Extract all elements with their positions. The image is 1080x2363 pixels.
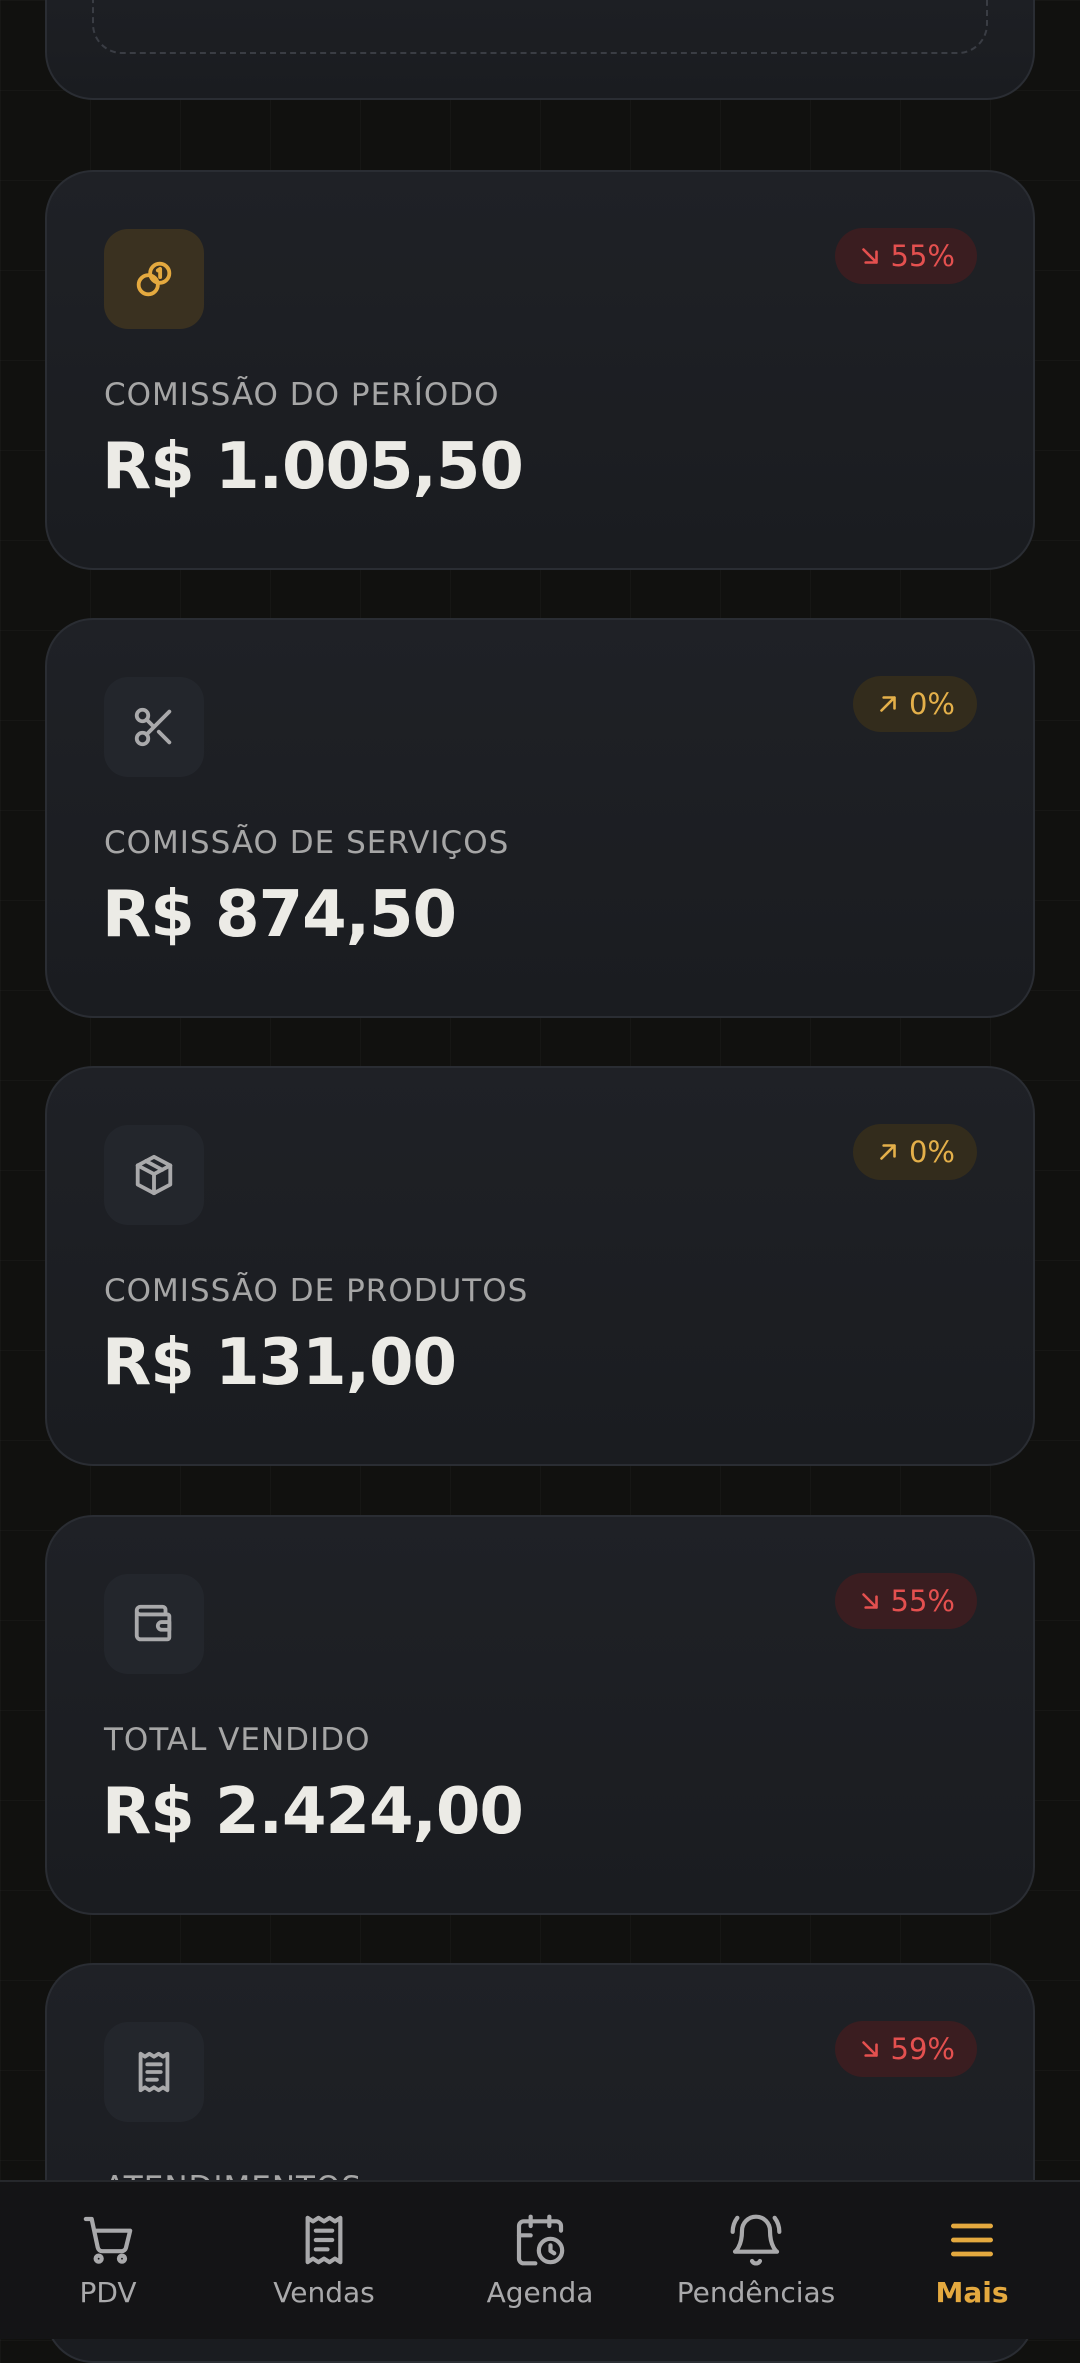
previous-card [45,0,1035,100]
nav-label: Mais [935,2276,1009,2309]
nav-item-pdv[interactable]: PDV [0,2212,216,2309]
bell-icon [730,2214,782,2266]
trend-value: 0% [908,1135,955,1169]
receipt-icon [305,2215,343,2265]
trend-value: 55% [890,239,955,273]
nav-item-vendas[interactable]: Vendas [216,2212,432,2309]
arrow-up-right-icon [880,696,896,712]
nav-item-mais[interactable]: Mais [864,2212,1080,2309]
receipt-icon [104,2022,204,2122]
trend-badge: 55% [834,228,977,284]
coins-icon [104,229,204,329]
nav-label: PDV [79,2276,137,2309]
trend-badge: 59% [834,2021,977,2077]
stat-value: R$ 131,00 [102,1326,457,1400]
stat-value: R$ 874,50 [102,878,457,952]
nav-label: Agenda [486,2276,594,2309]
stat-label: COMISSÃO DE SERVIÇOS [104,825,510,861]
stat-label: TOTAL VENDIDO [104,1722,371,1758]
nav-label: Pendências [676,2276,836,2309]
stat-label: COMISSÃO DO PERÍODO [104,377,500,413]
trend-badge: 55% [834,1573,977,1629]
cart-icon [83,2216,133,2264]
arrow-down-right-icon [861,1593,878,1609]
arrow-down-right-icon [861,2041,878,2057]
stat-label: COMISSÃO DE PRODUTOS [104,1273,529,1309]
stat-card-commission-products[interactable]: 0% COMISSÃO DE PRODUTOS R$ 131,00 [45,1066,1035,1466]
stat-value: R$ 2.424,00 [102,1775,524,1849]
bottom-navigation: PDV Vendas Agenda Pendências Mais [0,2180,1080,2339]
nav-label: Vendas [273,2276,375,2309]
nav-item-agenda[interactable]: Agenda [432,2212,648,2309]
stat-value: R$ 1.005,50 [102,430,524,504]
trend-badge: 0% [852,676,977,732]
trend-value: 59% [890,2032,955,2066]
stat-card-commission-period[interactable]: 55% COMISSÃO DO PERÍODO R$ 1.005,50 [45,170,1035,570]
stat-card-total-sold[interactable]: 55% TOTAL VENDIDO R$ 2.424,00 [45,1515,1035,1915]
trend-value: 55% [890,1584,955,1618]
nav-item-pendencias[interactable]: Pendências [648,2212,864,2309]
scissors-icon [104,677,204,777]
box-icon [104,1125,204,1225]
menu-icon [951,2223,993,2257]
calendar-clock-icon [516,2214,565,2266]
trend-badge: 0% [852,1124,977,1180]
wallet-icon [104,1574,204,1674]
arrow-up-right-icon [880,1144,896,1160]
dashed-placeholder [92,0,988,54]
arrow-down-right-icon [861,248,878,264]
stat-card-commission-services[interactable]: 0% COMISSÃO DE SERVIÇOS R$ 874,50 [45,618,1035,1018]
trend-value: 0% [908,687,955,721]
